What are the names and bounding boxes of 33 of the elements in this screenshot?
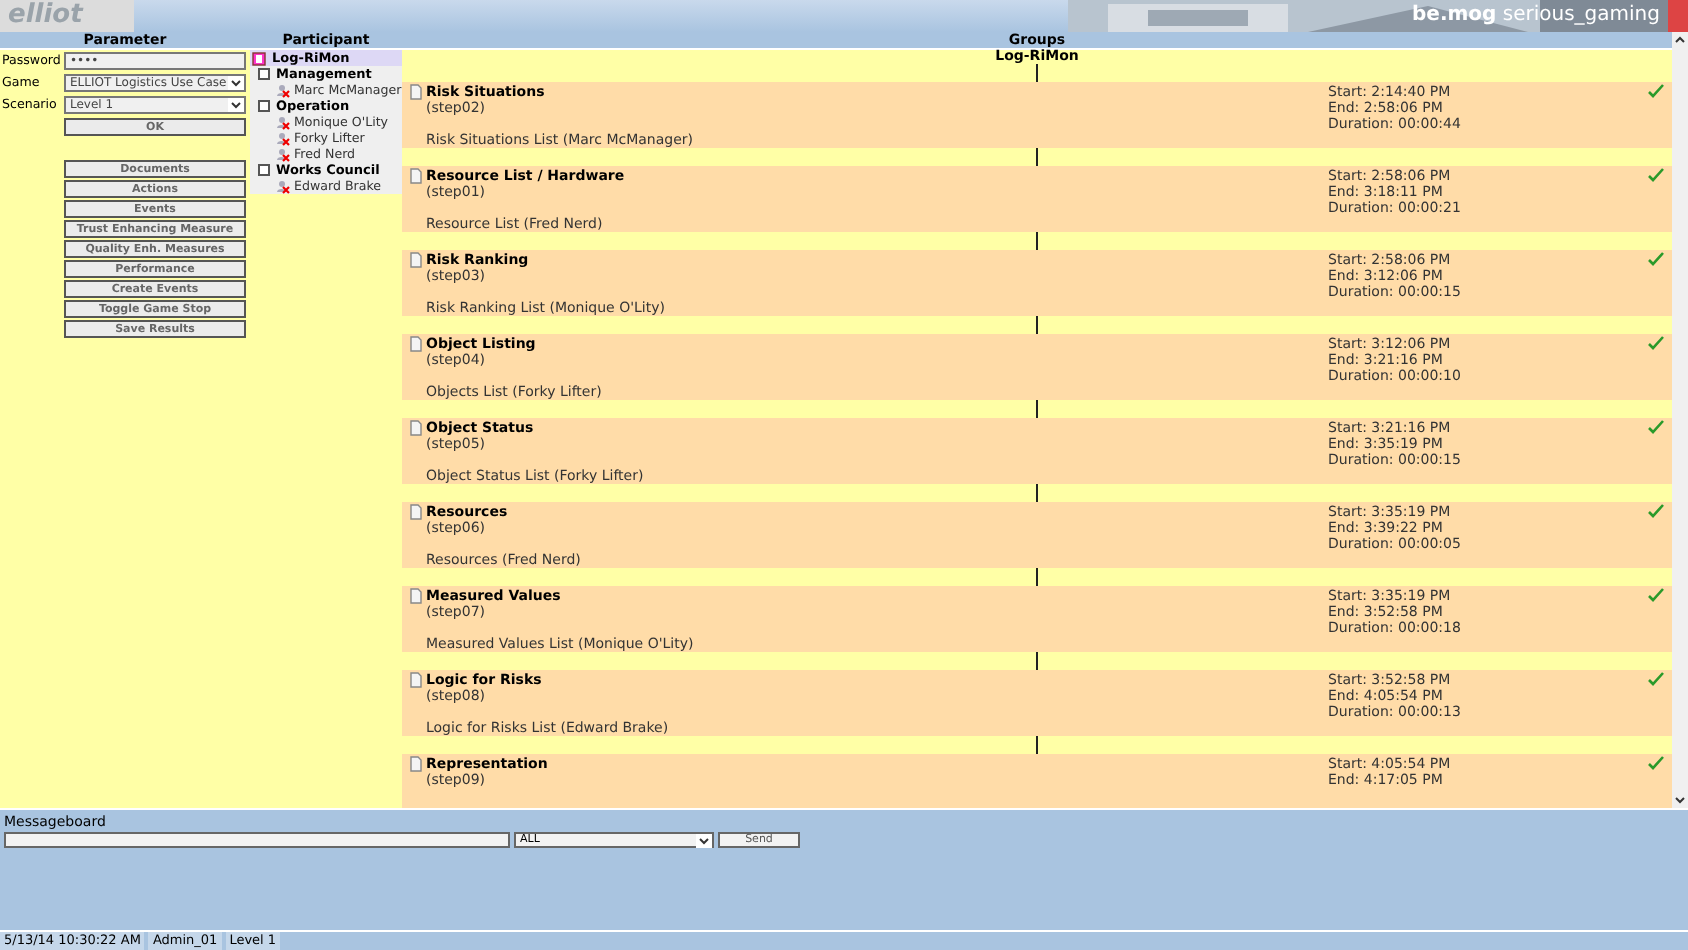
dropdown-icon (228, 98, 244, 112)
brand-text: be.mog serious_gaming (1412, 4, 1660, 26)
checkmark-icon (1648, 336, 1664, 350)
document-icon (410, 504, 422, 520)
logo: elliot (0, 0, 134, 32)
user-remove-icon (276, 179, 290, 193)
scroll-up-icon[interactable] (1672, 32, 1688, 48)
scroll-down-icon[interactable] (1672, 792, 1688, 808)
dropdown-icon (228, 76, 244, 90)
checkmark-icon (1648, 672, 1664, 686)
document-icon (410, 756, 422, 772)
message-field[interactable] (4, 832, 510, 848)
document-icon (410, 588, 422, 604)
document-icon (410, 672, 422, 688)
document-icon (410, 168, 422, 184)
document-icon (410, 420, 422, 436)
book-icon (252, 51, 266, 65)
checkmark-icon (1648, 84, 1664, 98)
checkbox[interactable] (258, 100, 270, 112)
document-icon (410, 84, 422, 100)
user-remove-icon (276, 83, 290, 97)
document-icon (410, 336, 422, 352)
dropdown-icon (696, 833, 712, 847)
checkmark-icon (1648, 168, 1664, 182)
checkmark-icon (1648, 588, 1664, 602)
checkbox[interactable] (258, 68, 270, 80)
checkbox[interactable] (258, 164, 270, 176)
document-icon (410, 252, 422, 268)
checkmark-icon (1648, 420, 1664, 434)
checkmark-icon (1648, 756, 1664, 770)
checkmark-icon (1648, 252, 1664, 266)
scrollbar[interactable] (1672, 32, 1688, 808)
checkmark-icon (1648, 504, 1664, 518)
